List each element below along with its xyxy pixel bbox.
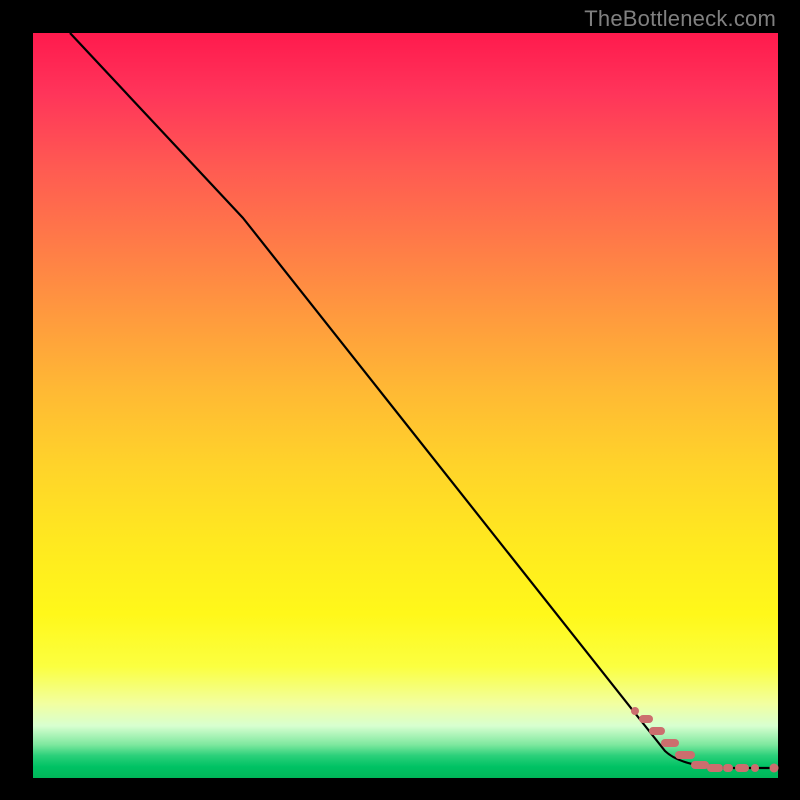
watermark-text: TheBottleneck.com — [584, 6, 776, 32]
data-marker — [631, 707, 639, 715]
data-marker — [661, 739, 679, 747]
data-marker — [649, 727, 665, 735]
data-marker — [735, 764, 749, 772]
data-marker — [707, 764, 723, 772]
data-marker — [751, 764, 759, 772]
data-marker — [691, 761, 709, 769]
data-marker — [770, 764, 779, 773]
chart-overlay — [33, 33, 778, 778]
chart-stage: TheBottleneck.com — [0, 0, 800, 800]
data-marker — [639, 715, 653, 723]
bottleneck-curve — [70, 33, 778, 768]
data-marker — [675, 751, 695, 759]
data-marker — [723, 764, 733, 772]
